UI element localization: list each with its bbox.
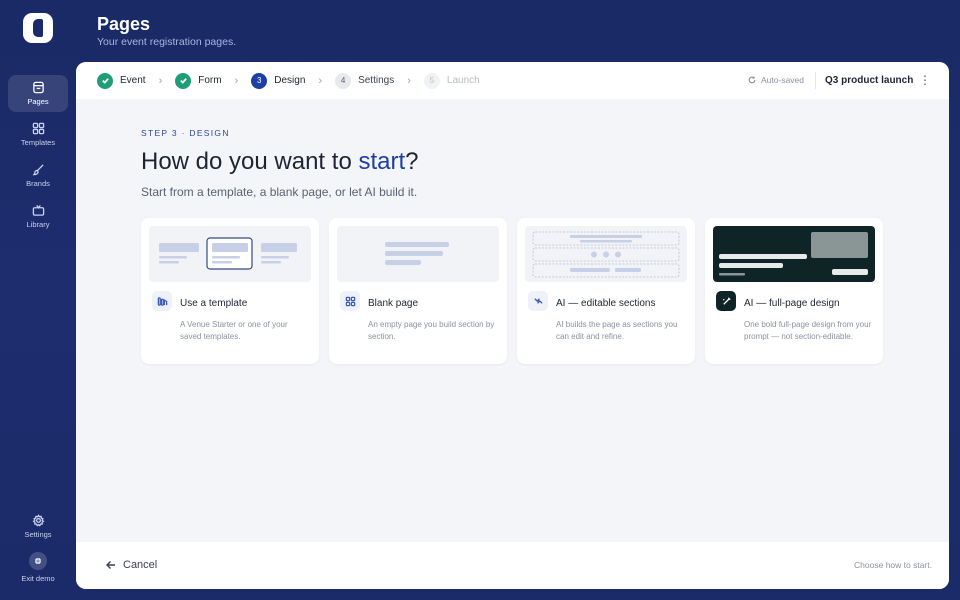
- brush-icon: [32, 164, 44, 176]
- card-title: Blank page: [368, 298, 419, 309]
- chevron-right-icon: ›: [234, 74, 239, 87]
- app-subtitle: Your event registration pages.: [97, 36, 237, 48]
- sidebar-bottom: Settings Exit demo: [8, 508, 68, 590]
- sidebar-item-label: Brands: [26, 179, 50, 188]
- step-label: Design: [274, 75, 306, 86]
- title-accent: start: [358, 148, 406, 175]
- wand-icon: [716, 291, 736, 311]
- page-title: How do you want to start?: [141, 148, 419, 176]
- step-label: Settings: [358, 75, 395, 86]
- title-text: ?: [405, 148, 419, 175]
- sparkle-icon: [528, 291, 548, 311]
- chevron-right-icon: ›: [158, 74, 163, 87]
- blank-preview: [337, 226, 499, 282]
- sidebar: Pages Templates Brands Library: [8, 75, 68, 239]
- step-number: 4: [335, 72, 352, 89]
- app-title: Pages: [97, 14, 151, 34]
- chevron-right-icon: ›: [318, 74, 323, 87]
- step-label: Event: [120, 75, 146, 86]
- sidebar-item-label: Library: [26, 220, 50, 229]
- exit-demo-button[interactable]: Exit demo: [8, 549, 68, 586]
- option-cards: Use a template A Venue Starter or one of…: [141, 218, 883, 364]
- footer-bar: Cancel Choose how to start.: [76, 542, 949, 589]
- tv-icon: [32, 204, 44, 216]
- card-title: Use a template: [180, 298, 248, 309]
- chevron-right-icon: ›: [407, 74, 411, 87]
- step-event[interactable]: Event: [97, 72, 146, 89]
- card-description: One bold full-page design from your prom…: [744, 320, 872, 341]
- gear-icon: [32, 514, 44, 527]
- step-label: Form: [198, 75, 222, 86]
- step-label: Launch: [446, 75, 480, 86]
- step-form[interactable]: Form: [175, 72, 222, 89]
- sidebar-item-label: Exit demo: [21, 574, 55, 583]
- step-design[interactable]: 3 Design: [251, 72, 306, 89]
- template-preview: [149, 226, 311, 282]
- option-card-ai-full[interactable]: AI — full-page design One bold full-page…: [705, 218, 883, 364]
- grid-icon: [340, 291, 360, 311]
- step-number: 3: [251, 72, 268, 89]
- step-settings[interactable]: 4 Settings: [335, 72, 395, 89]
- title-text: How do you want to: [141, 148, 359, 175]
- page-subtitle: Start from a template, a blank page, or …: [141, 185, 418, 199]
- project-name[interactable]: Q3 product launch: [825, 75, 913, 86]
- cancel-label: Cancel: [123, 559, 158, 571]
- sidebar-item-settings[interactable]: Settings: [8, 508, 68, 545]
- card-description: AI builds the page as sections you can e…: [556, 320, 678, 341]
- step-eyebrow: STEP 3 · DESIGN: [141, 128, 230, 138]
- ai-sections-preview: [525, 226, 687, 282]
- option-card-blank[interactable]: Blank page An empty page you build secti…: [329, 218, 507, 364]
- step-number: 5: [423, 72, 440, 89]
- sidebar-item-pages[interactable]: Pages: [8, 75, 68, 112]
- grid-icon: [32, 122, 44, 135]
- footer-hint: Choose how to start.: [854, 560, 932, 570]
- card-title: AI — full-page design: [744, 298, 840, 309]
- sidebar-item-label: Templates: [20, 138, 56, 147]
- more-menu-icon[interactable]: ⋮: [919, 74, 931, 86]
- card-description: An empty page you build section by secti…: [368, 320, 495, 341]
- refresh-icon: [748, 76, 756, 84]
- sidebar-item-label: Settings: [24, 530, 52, 539]
- sidebar-item-label: Pages: [27, 97, 49, 106]
- pages-icon: [32, 81, 44, 94]
- check-icon: [97, 72, 113, 89]
- step-launch[interactable]: 5 Launch: [423, 72, 480, 89]
- sidebar-item-brands[interactable]: Brands: [8, 157, 68, 194]
- card-title: AI — editable sections: [556, 298, 656, 309]
- card-description: A Venue Starter or one of your saved tem…: [180, 320, 288, 341]
- template-icon: [152, 291, 172, 311]
- option-card-template[interactable]: Use a template A Venue Starter or one of…: [141, 218, 319, 364]
- autosave-label: Auto-saved: [761, 75, 804, 85]
- sidebar-item-templates[interactable]: Templates: [8, 116, 68, 153]
- ai-full-preview: [713, 226, 875, 282]
- cancel-button[interactable]: Cancel: [106, 559, 157, 571]
- autosave-status: Auto-saved: [748, 75, 804, 85]
- app-logo: [23, 13, 53, 43]
- check-icon: [175, 72, 192, 89]
- divider: [815, 72, 816, 89]
- arrow-left-icon: [106, 561, 115, 569]
- sidebar-item-library[interactable]: Library: [8, 198, 68, 235]
- exit-icon: [29, 552, 47, 570]
- option-card-ai-sections[interactable]: AI — editable sections AI builds the pag…: [517, 218, 695, 364]
- main-panel: Event › Form › 3 Design › 4 Settings › 5…: [76, 62, 949, 589]
- stepper: Event › Form › 3 Design › 4 Settings › 5…: [76, 62, 949, 99]
